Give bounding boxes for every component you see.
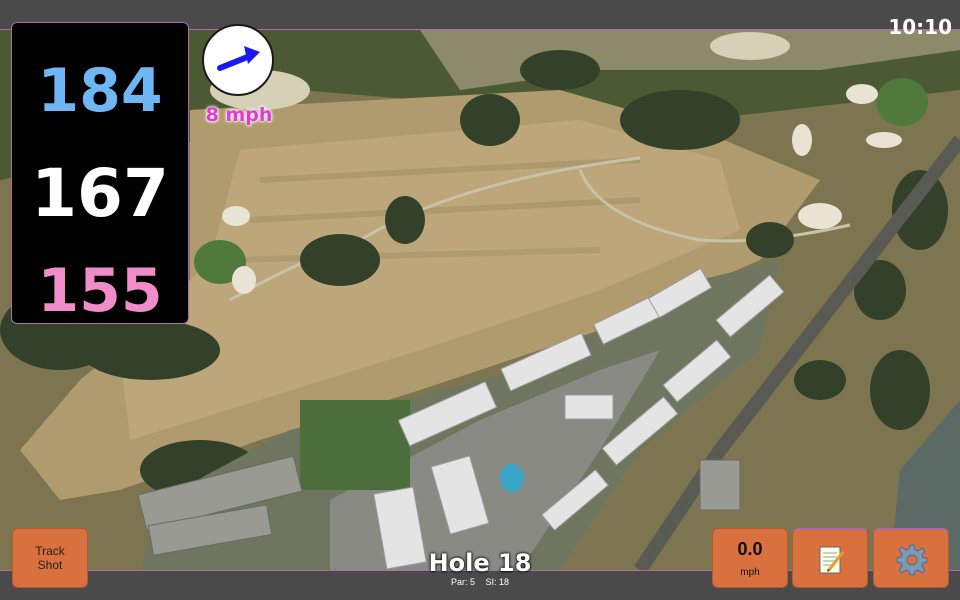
- wind-speed-label: 8 mph: [205, 104, 273, 126]
- golf-gps-screen: 10:10 184 167 155 8 mph Track Shot Hole …: [0, 0, 960, 600]
- track-shot-label-line1: Track: [35, 544, 65, 558]
- distance-panel[interactable]: 184 167 155: [11, 22, 189, 324]
- stroke-index-label: SI: 18: [485, 577, 510, 587]
- clock: 10:10: [888, 15, 952, 39]
- wind-indicator: [202, 24, 274, 96]
- settings-button[interactable]: [873, 528, 949, 588]
- hole-title: Hole 18: [428, 549, 532, 577]
- track-shot-label-line2: Shot: [37, 558, 63, 572]
- hole-info: Par: 5 SI: 18: [380, 577, 580, 587]
- track-shot-button[interactable]: Track Shot: [12, 528, 88, 588]
- speed-value: 0.0: [737, 539, 763, 559]
- speed-button[interactable]: 0.0 mph: [712, 528, 788, 588]
- middle-distance: 167: [31, 155, 169, 232]
- gear-icon: [896, 544, 928, 576]
- arrow-icon: [217, 46, 260, 71]
- notes-button[interactable]: [792, 528, 868, 588]
- par-label: Par: 5: [450, 577, 475, 587]
- back-distance: 184: [37, 56, 163, 126]
- front-distance: 155: [37, 256, 163, 326]
- notepad-icon: [819, 546, 845, 574]
- speed-unit: mph: [740, 567, 760, 578]
